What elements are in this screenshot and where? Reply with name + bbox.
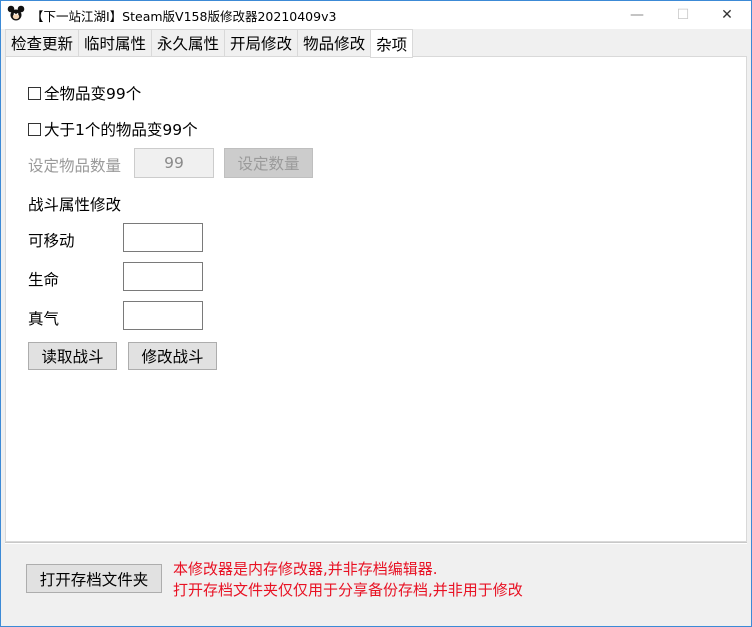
checkbox-all-items-label: 全物品变99个 — [44, 85, 142, 103]
field-label-move: 可移动 — [28, 232, 75, 250]
tab-bar: 检查更新 临时属性 永久属性 开局修改 物品修改 杂项 — [5, 29, 414, 58]
modify-battle-button[interactable]: 修改战斗 — [128, 342, 217, 370]
battle-section-title: 战斗属性修改 — [28, 196, 122, 214]
hp-input[interactable] — [123, 262, 203, 291]
app-mouse-icon — [7, 5, 25, 21]
field-label-hp: 生命 — [28, 271, 60, 289]
checkbox-all-items[interactable]: 全物品变99个 — [28, 82, 141, 104]
window-title: 【下一站江湖Ⅰ】Steam版V158版修改器20210409v3 — [31, 9, 337, 24]
app-window: 【下一站江湖Ⅰ】Steam版V158版修改器20210409v3 — ☐ ✕ 检… — [0, 0, 752, 627]
tab-permanent-attributes[interactable]: 永久属性 — [151, 29, 225, 57]
field-label-qi: 真气 — [28, 310, 60, 328]
checkbox-over-one-items[interactable]: 大于1个的物品变99个 — [28, 118, 198, 140]
misc-panel: 全物品变99个 大于1个的物品变99个 设定物品数量 99 设定数量 战斗属性修… — [5, 56, 747, 542]
tab-item-modify[interactable]: 物品修改 — [297, 29, 371, 57]
set-quantity-label: 设定物品数量 — [28, 157, 122, 175]
footer-divider — [5, 542, 747, 544]
set-quantity-button[interactable]: 设定数量 — [224, 148, 313, 178]
read-battle-button[interactable]: 读取战斗 — [28, 342, 117, 370]
minimize-icon: — — [630, 7, 644, 23]
move-input[interactable] — [123, 223, 203, 252]
title-bar[interactable]: 【下一站江湖Ⅰ】Steam版V158版修改器20210409v3 — ☐ ✕ — [1, 1, 751, 29]
checkbox-box[interactable] — [28, 86, 41, 100]
minimize-button[interactable]: — — [614, 1, 660, 29]
maximize-icon: ☐ — [676, 7, 690, 23]
memory-trainer-note: 本修改器是内存修改器,并非存档编辑器. — [173, 560, 438, 578]
save-folder-note: 打开存档文件夹仅仅用于分享备份存档,并非用于修改 — [173, 581, 523, 599]
checkbox-over-one-label: 大于1个的物品变99个 — [44, 121, 198, 139]
set-quantity-input[interactable]: 99 — [134, 148, 214, 178]
qi-input[interactable] — [123, 301, 203, 330]
tab-misc[interactable]: 杂项 — [370, 29, 414, 58]
tab-opening-modify[interactable]: 开局修改 — [224, 29, 298, 57]
close-icon: ✕ — [721, 7, 733, 23]
tab-temp-attributes[interactable]: 临时属性 — [78, 29, 152, 57]
tab-check-update[interactable]: 检查更新 — [5, 29, 79, 57]
close-button[interactable]: ✕ — [704, 1, 750, 29]
checkbox-box[interactable] — [28, 122, 41, 136]
open-save-folder-button[interactable]: 打开存档文件夹 — [26, 564, 162, 593]
maximize-button[interactable]: ☐ — [660, 1, 706, 29]
